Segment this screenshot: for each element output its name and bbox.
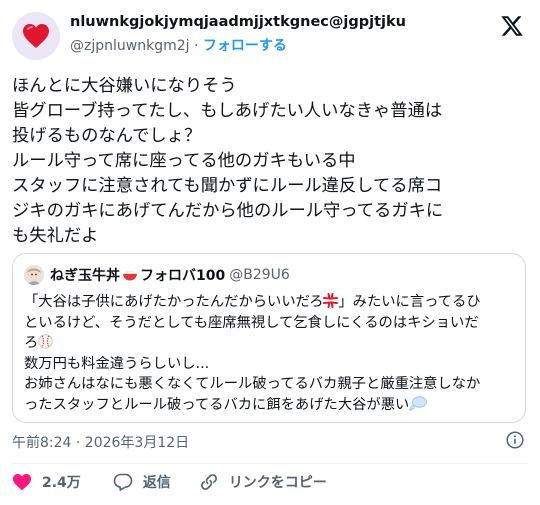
tweet-card: nluwnkgjokjymqjaadmjjxtkgnec@jgpjtjku @z… — [0, 0, 540, 505]
heart-icon — [13, 474, 31, 491]
tweet-line: ジキのガキにあげてんだから他のルール守ってるガキに — [12, 201, 444, 221]
reply-button[interactable]: 返信 — [113, 472, 171, 492]
quoted-line: ったスタッフとルール破ってるバカに餌をあげた大谷が悪い — [24, 395, 516, 416]
tweet-header: nluwnkgjokjymqjaadmjjxtkgnec@jgpjtjku @z… — [12, 10, 528, 60]
avatar[interactable] — [12, 12, 60, 60]
tweet-line: 皆グローブ持ってたし、もしあげたい人いなきゃ普通は — [12, 101, 443, 121]
thought-balloon-icon — [409, 395, 428, 411]
quoted-tweet[interactable]: ねぎ玉牛丼 フォロバ100 @B29U6 「大谷は子供にあげたかったんだからいい… — [12, 253, 526, 423]
red-heart-icon — [23, 24, 49, 48]
quoted-line: お姉さんはなにも悪くなくてルール破ってるバカ親子と厳重注意しなか — [24, 376, 481, 392]
baseball-icon — [38, 334, 53, 349]
quoted-tweet-text: 「大谷は子供にあげたかったんだからいいだろ 」みたいに言ってるひ といるけど、そうだ… — [24, 292, 516, 415]
copy-link-button[interactable]: リンクをコピー — [199, 472, 327, 492]
tweet-line: も失礼だよ — [12, 226, 99, 246]
link-icon — [200, 474, 217, 490]
tweet-line: スタッフに注意されても聞かずにルール違反してる席コ — [12, 176, 443, 196]
quoted-line-text: 「大谷は子供にあげたかったんだからいいだろ — [24, 294, 324, 310]
quoted-line: ろ — [24, 333, 516, 354]
divider — [12, 463, 528, 464]
reply-icon — [113, 473, 133, 491]
rice-bowl-icon — [123, 270, 137, 281]
author-display-name[interactable]: nluwnkgjokjymqjaadmjjxtkgnec@jgpjtjku — [70, 14, 406, 30]
quoted-avatar — [24, 265, 44, 285]
quoted-line-text: ろ — [24, 335, 39, 351]
tweet-line: ルール守って席に座ってる他のガキもいる中 — [12, 151, 356, 171]
copy-link-label: リンクをコピー — [228, 475, 327, 491]
quoted-line: 「大谷は子供にあげたかったんだからいいだろ 」みたいに言ってるひ — [24, 292, 516, 313]
like-button[interactable]: 2.4万 — [12, 472, 81, 492]
x-logo-icon[interactable] — [500, 14, 524, 38]
info-icon[interactable] — [506, 431, 524, 449]
handle-separator: · — [193, 38, 199, 54]
tweet-line: ほんとに大谷嫌いになりそう — [12, 76, 237, 96]
author-names: nluwnkgjokjymqjaadmjjxtkgnec@jgpjtjku @z… — [70, 14, 406, 55]
author-handle[interactable]: @zjpnluwnkgm2j — [70, 38, 190, 54]
quoted-line-text: ったスタッフとルール破ってるバカに餌をあげた大谷が悪い — [24, 396, 410, 413]
author-handle-row: @zjpnluwnkgm2j · フォローする — [70, 35, 406, 55]
quoted-avatar-face-icon — [24, 265, 44, 285]
quoted-tweet-header: ねぎ玉牛丼 フォロバ100 @B29U6 — [24, 264, 290, 286]
tweet-timestamp[interactable]: 午前8:24 · 2026年3月12日 — [12, 432, 189, 452]
reply-label: 返信 — [142, 475, 171, 491]
quoted-author-name-suffix: フォロバ100 — [140, 268, 226, 284]
quoted-line-text: 」みたいに言ってるひ — [338, 294, 481, 310]
tweet-line: 投げるものなんでしょ？ — [12, 126, 202, 146]
follow-button[interactable]: フォローする — [203, 38, 287, 54]
like-count: 2.4万 — [42, 475, 81, 491]
quoted-author-handle: @B29U6 — [229, 267, 290, 283]
quoted-line: といるけど、そうだとしても座席無視して乞食しにくるのはキショいだ — [24, 314, 479, 331]
anger-symbol-icon — [323, 293, 339, 308]
quoted-author-name: ねぎ玉牛丼 — [50, 268, 120, 284]
quoted-line: 数万円も料金違うらしいし... — [24, 355, 210, 372]
action-bar: 2.4万 返信 リンクをコピー — [12, 471, 327, 493]
tweet-text: ほんとに大谷嫌いになりそう皆グローブ持ってたし、もしあげたい人いなきゃ普通は 投げ… — [12, 74, 528, 249]
